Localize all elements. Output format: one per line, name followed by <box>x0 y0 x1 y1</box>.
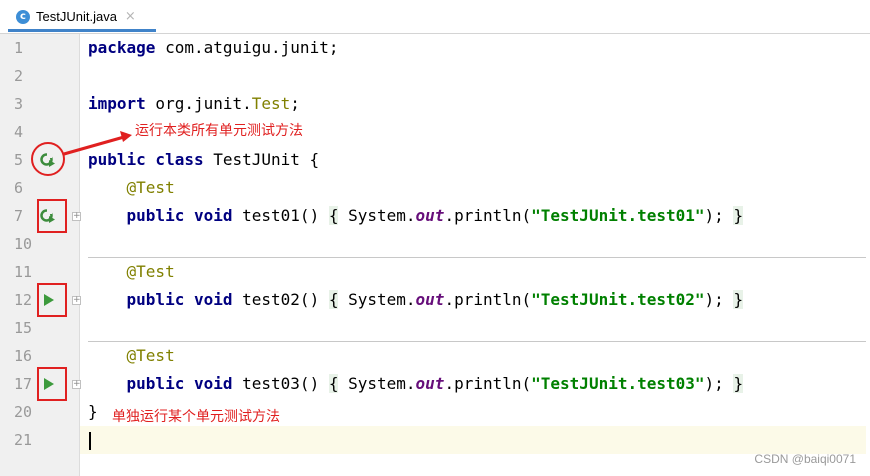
code-line: 17 public void test03() { System.out.pri… <box>0 370 870 398</box>
line-number: 16 <box>14 347 33 365</box>
fold-icon[interactable]: + <box>72 380 81 389</box>
editor-tab-bar: c TestJUnit.java × <box>0 0 870 34</box>
tab-testjunit-java[interactable]: c TestJUnit.java × <box>8 4 156 32</box>
close-icon[interactable]: × <box>125 9 136 24</box>
highlight-box <box>37 283 67 317</box>
code-line: 16 @Test <box>0 342 870 370</box>
code-line: 2 <box>0 62 870 90</box>
line-code: } <box>88 402 98 421</box>
line-number: 15 <box>14 319 33 337</box>
line-number: 10 <box>14 235 33 253</box>
line-code: package com.atguigu.junit; <box>88 38 339 57</box>
arrow-icon <box>63 131 132 156</box>
watermark: CSDN @baiqi0071 <box>754 452 856 466</box>
line-number: 20 <box>14 403 33 421</box>
line-number: 4 <box>14 123 24 141</box>
code-line: 7 public void test01() { System.out.prin… <box>0 202 870 230</box>
line-number: 17 <box>14 375 33 393</box>
line-number: 2 <box>14 67 24 85</box>
fold-icon[interactable]: + <box>72 212 81 221</box>
line-number: 21 <box>14 431 33 449</box>
code-line: 3 import org.junit.Test; <box>0 90 870 118</box>
line-code: @Test <box>126 346 175 365</box>
line-number: 5 <box>14 151 24 169</box>
line-number: 6 <box>14 179 24 197</box>
line-number: 11 <box>14 263 33 281</box>
line-code: @Test <box>126 262 175 281</box>
code-line: 6 @Test <box>0 174 870 202</box>
line-number: 7 <box>14 207 24 225</box>
line-number: 12 <box>14 291 33 309</box>
code-editor[interactable]: 1 package com.atguigu.junit; 2 3 import … <box>0 34 870 476</box>
annotation-run-all: 运行本类所有单元测试方法 <box>135 123 303 139</box>
text-caret <box>89 432 91 450</box>
highlight-box <box>37 199 67 233</box>
line-code: public void test02() { System.out.printl… <box>126 290 744 309</box>
code-line: 15 <box>0 314 870 342</box>
fold-icon[interactable]: + <box>72 296 81 305</box>
line-number: 3 <box>14 95 24 113</box>
highlight-box <box>37 367 67 401</box>
line-code: import org.junit.Test; <box>88 94 300 113</box>
line-code: public void test03() { System.out.printl… <box>126 374 744 393</box>
code-line: 21 <box>0 426 870 454</box>
line-code: @Test <box>126 178 175 197</box>
code-line: 11 @Test <box>0 258 870 286</box>
tab-title: TestJUnit.java <box>36 9 117 24</box>
annotation-run-single: 单独运行某个单元测试方法 <box>112 409 280 425</box>
java-class-file-icon: c <box>16 9 30 24</box>
line-code: public void test01() { System.out.printl… <box>126 206 744 225</box>
code-line: 12 public void test02() { System.out.pri… <box>0 286 870 314</box>
line-number: 1 <box>14 39 24 57</box>
code-line: 1 package com.atguigu.junit; <box>0 34 870 62</box>
code-line: 10 <box>0 230 870 258</box>
